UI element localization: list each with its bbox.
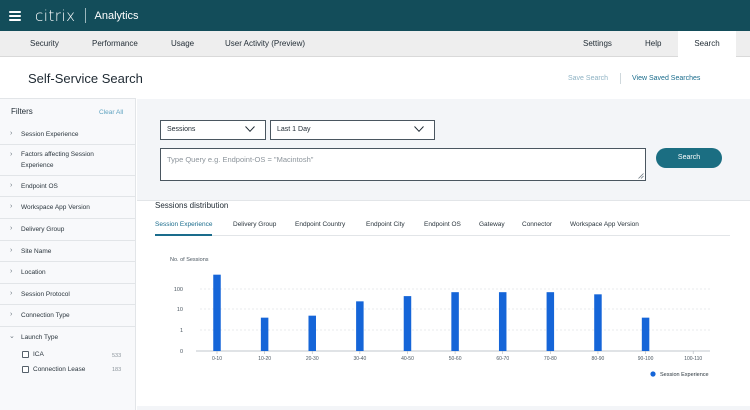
x-tick-label: 100-110 bbox=[684, 356, 702, 362]
nav-security[interactable]: Security bbox=[30, 31, 59, 57]
save-search-link[interactable]: Save Search bbox=[568, 75, 608, 82]
distribution-tabs: Session Experience Delivery Group Endpoi… bbox=[155, 214, 730, 236]
chevron-right-icon: › bbox=[10, 182, 13, 189]
bar-0-10 bbox=[213, 274, 221, 351]
bar-30-40 bbox=[356, 301, 364, 351]
x-tick-label: 50-60 bbox=[449, 356, 462, 362]
launch-type-option-ica[interactable]: ICA bbox=[22, 351, 44, 358]
x-tick-label: 60-70 bbox=[496, 356, 509, 362]
legend-label: Session Experience bbox=[660, 372, 709, 378]
product-name: Analytics bbox=[94, 9, 139, 22]
x-tick-label: 30-40 bbox=[353, 356, 366, 362]
header-divider bbox=[620, 73, 621, 84]
x-tick-label: 90-100 bbox=[638, 356, 654, 362]
x-tick-label: 10-20 bbox=[258, 356, 271, 362]
tab-endpoint-city[interactable]: Endpoint City bbox=[366, 214, 405, 236]
sessions-distribution-chart: No. of Sessions 0 1 10 100 0-10 10-20 20-30 30-4… bbox=[170, 257, 710, 378]
chevron-down-icon bbox=[414, 126, 424, 132]
y-tick-label: 100 bbox=[174, 287, 183, 293]
brand-logo: citrix bbox=[35, 6, 76, 25]
connection-lease-checkbox[interactable] bbox=[22, 366, 29, 373]
chevron-right-icon: › bbox=[10, 203, 13, 210]
chevron-right-icon: › bbox=[10, 268, 13, 275]
ica-checkbox[interactable] bbox=[22, 351, 29, 358]
top-bar: citrix Analytics bbox=[0, 0, 750, 31]
bottom-strip bbox=[137, 406, 750, 410]
distribution-title: Sessions distribution bbox=[155, 201, 229, 210]
tab-delivery-group[interactable]: Delivery Group bbox=[233, 214, 276, 236]
filter-endpoint-os[interactable]: › Endpoint OS bbox=[0, 176, 136, 197]
hamburger-menu-icon[interactable] bbox=[9, 10, 21, 21]
view-saved-searches-link[interactable]: View Saved Searches bbox=[632, 75, 700, 82]
filter-site-name[interactable]: › Site Name bbox=[0, 241, 136, 262]
search-button[interactable]: Search bbox=[656, 148, 722, 168]
filter-session-experience[interactable]: › Session Experience bbox=[0, 124, 136, 145]
filter-session-protocol[interactable]: › Session Protocol bbox=[0, 284, 136, 305]
filter-location[interactable]: › Location bbox=[0, 262, 136, 284]
chevron-right-icon: › bbox=[10, 311, 13, 318]
chevron-down-icon: ⌄ bbox=[9, 333, 15, 340]
tab-gateway[interactable]: Gateway bbox=[479, 214, 505, 236]
clear-all-link[interactable]: Clear All bbox=[99, 109, 123, 116]
connection-lease-label: Connection Lease bbox=[33, 366, 86, 373]
chevron-right-icon: › bbox=[10, 247, 13, 254]
nav-settings[interactable]: Settings bbox=[583, 31, 612, 57]
filters-sidebar: Filters Clear All › Session Experience ›… bbox=[0, 98, 136, 410]
tab-endpoint-country[interactable]: Endpoint Country bbox=[295, 214, 345, 236]
legend-swatch bbox=[650, 371, 656, 377]
filter-workspace-app-version[interactable]: › Workspace App Version bbox=[0, 197, 136, 219]
data-source-select[interactable]: Sessions bbox=[160, 120, 266, 140]
tab-workspace-app-version[interactable]: Workspace App Version bbox=[570, 214, 639, 236]
resize-handle-icon[interactable] bbox=[638, 173, 644, 179]
bar-10-20 bbox=[260, 317, 269, 351]
page-title: Self-Service Search bbox=[28, 71, 143, 86]
nav-user-activity[interactable]: User Activity (Preview) bbox=[225, 31, 305, 57]
ica-count: 533 bbox=[112, 353, 122, 359]
connection-lease-count: 183 bbox=[112, 367, 122, 373]
x-tick-label: 0-10 bbox=[212, 356, 222, 362]
brand-divider bbox=[84, 8, 86, 23]
tab-session-experience[interactable]: Session Experience bbox=[155, 214, 213, 236]
y-tick-label: 1 bbox=[180, 328, 183, 334]
main-nav: Security Performance Usage User Activity… bbox=[0, 31, 750, 57]
x-tick-label: 40-50 bbox=[401, 356, 414, 362]
launch-type-option-connection-lease[interactable]: Connection Lease bbox=[22, 366, 85, 373]
bar-80-90 bbox=[594, 294, 602, 351]
chevron-down-icon bbox=[245, 126, 255, 132]
tab-connector[interactable]: Connector bbox=[522, 214, 552, 236]
bar-90-100 bbox=[641, 317, 650, 351]
y-axis-label: No. of Sessions bbox=[170, 257, 209, 263]
nav-help[interactable]: Help bbox=[645, 31, 661, 57]
query-input[interactable]: Type Query e.g. Endpoint-OS = "Macintosh… bbox=[160, 148, 646, 181]
chevron-right-icon: › bbox=[10, 225, 13, 232]
y-tick-label: 0 bbox=[180, 349, 183, 355]
x-tick-label: 80-90 bbox=[592, 356, 605, 362]
nav-usage[interactable]: Usage bbox=[171, 31, 194, 57]
filter-connection-type[interactable]: › Connection Type bbox=[0, 305, 136, 327]
bar-60-70 bbox=[498, 292, 507, 351]
filter-delivery-group[interactable]: › Delivery Group bbox=[0, 219, 136, 241]
bar-70-80 bbox=[546, 292, 555, 351]
nav-search[interactable]: Search bbox=[678, 31, 736, 57]
chevron-right-icon: › bbox=[10, 290, 13, 297]
ica-label: ICA bbox=[33, 351, 44, 358]
filter-factors[interactable]: › Factors affecting Session Experience bbox=[0, 145, 136, 176]
chevron-right-icon: › bbox=[10, 130, 13, 137]
nav-performance[interactable]: Performance bbox=[92, 31, 138, 57]
x-tick-label: 70-80 bbox=[544, 356, 557, 362]
bar-40-50 bbox=[403, 296, 412, 351]
y-tick-label: 10 bbox=[177, 307, 183, 313]
tab-endpoint-os[interactable]: Endpoint OS bbox=[424, 214, 461, 236]
filters-title: Filters bbox=[11, 107, 33, 116]
time-range-select[interactable]: Last 1 Day bbox=[270, 120, 435, 140]
filter-launch-type[interactable]: ⌄ Launch Type bbox=[0, 327, 136, 349]
bar-50-60 bbox=[451, 292, 459, 351]
bar-20-30 bbox=[308, 315, 316, 351]
x-tick-label: 20-30 bbox=[306, 356, 319, 362]
